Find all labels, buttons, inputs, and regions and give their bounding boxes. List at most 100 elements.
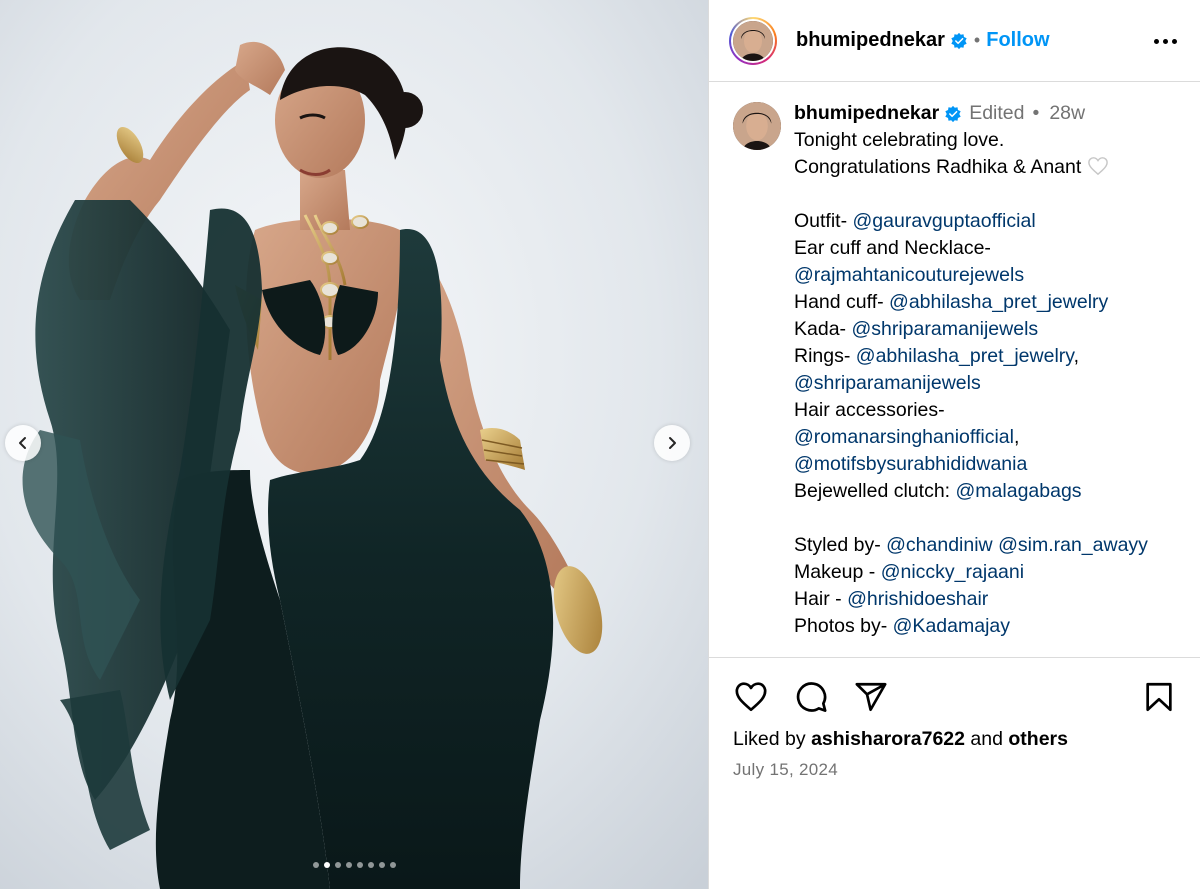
post-age[interactable]: 28w bbox=[1049, 100, 1085, 127]
caption-line: Rings- @abhilasha_pret_jewelry, bbox=[794, 343, 1148, 370]
mention-link[interactable]: @abhilasha_pret_jewelry bbox=[889, 291, 1108, 313]
header-separator: • bbox=[973, 30, 981, 50]
bookmark-icon bbox=[1146, 682, 1172, 712]
liked-by-user-link[interactable]: ashisharora7622 bbox=[811, 728, 965, 750]
more-options-button[interactable] bbox=[1150, 26, 1180, 56]
caption-line: Bejewelled clutch: @malagabags bbox=[794, 478, 1148, 505]
carousel-dot bbox=[345, 862, 352, 868]
caption-line: Hair - @hrishidoeshair bbox=[794, 586, 1148, 613]
mention-link[interactable]: @shriparamanijewels bbox=[851, 318, 1038, 340]
caption-line: Styled by- @chandiniw @sim.ran_awayy bbox=[794, 532, 1148, 559]
share-button[interactable] bbox=[853, 679, 889, 715]
story-ring[interactable] bbox=[729, 16, 777, 65]
mention-link[interactable]: @niccky_rajaani bbox=[881, 561, 1024, 583]
credit-label: Hand cuff- bbox=[794, 291, 890, 313]
caption-line: @motifsbysurabhididwania bbox=[794, 451, 1148, 478]
caption-line: Photos by- @Kadamajay bbox=[794, 613, 1148, 640]
credit-label: Styled by- bbox=[794, 534, 887, 556]
caption-header: bhumipednekar Edited • 28w bbox=[794, 100, 1148, 127]
like-button[interactable] bbox=[733, 679, 769, 715]
caption-line: Outfit- @gauravguptaofficial bbox=[794, 208, 1148, 235]
caption-line: Makeup - @niccky_rajaani bbox=[794, 559, 1148, 586]
mention-link[interactable]: @malagabags bbox=[956, 480, 1082, 502]
post-date[interactable]: July 15, 2024 bbox=[733, 760, 838, 780]
mention-link[interactable]: @chandiniw bbox=[886, 534, 993, 556]
avatar bbox=[733, 20, 773, 61]
mention-link[interactable]: @abhilasha_pret_jewelry bbox=[856, 345, 1074, 367]
mention-link[interactable]: @sim.ran_awayy bbox=[998, 534, 1148, 556]
save-button[interactable] bbox=[1141, 679, 1177, 715]
mention-link[interactable]: @Kadamajay bbox=[893, 615, 1010, 637]
mention-link[interactable]: @hrishidoeshair bbox=[847, 588, 988, 610]
liked-by-prefix: Liked by bbox=[733, 728, 812, 750]
caption-line: @rajmahtanicouturejewels bbox=[794, 262, 1148, 289]
caption-avatar[interactable] bbox=[733, 102, 781, 150]
credit-label: Makeup - bbox=[794, 561, 881, 583]
mention-link[interactable]: @rajmahtanicouturejewels bbox=[794, 264, 1024, 286]
carousel-dot bbox=[334, 862, 341, 868]
carousel-indicator bbox=[0, 862, 708, 868]
avatar-image bbox=[733, 102, 781, 150]
caption-line: Tonight celebrating love. bbox=[794, 129, 1005, 151]
share-icon bbox=[855, 682, 887, 712]
mention-link[interactable]: @motifsbysurabhididwania bbox=[794, 453, 1027, 475]
more-icon bbox=[1153, 38, 1159, 44]
carousel-prev-button[interactable] bbox=[5, 425, 41, 461]
credit-label: Kada- bbox=[794, 318, 852, 340]
verified-badge-icon bbox=[951, 32, 967, 49]
carousel-dot bbox=[323, 862, 330, 868]
credit-label: Rings- bbox=[794, 345, 856, 367]
header-username[interactable]: bhumipednekar bbox=[796, 29, 945, 52]
heart-emoji-icon bbox=[1088, 157, 1109, 176]
others-link[interactable]: others bbox=[1008, 728, 1068, 750]
carousel-dot bbox=[367, 862, 374, 868]
credit-label: Hair - bbox=[794, 588, 848, 610]
mention-link[interactable]: @romanarsinghaniofficial bbox=[794, 426, 1014, 448]
avatar-image bbox=[733, 20, 773, 61]
carousel-dot bbox=[378, 862, 385, 868]
and-label: and bbox=[965, 728, 1009, 750]
carousel-dot bbox=[312, 862, 319, 868]
post-media[interactable] bbox=[0, 0, 708, 889]
credit-label: Bejewelled clutch: bbox=[794, 480, 956, 502]
caption-line: Hair accessories- bbox=[794, 399, 945, 421]
caption-line-text: Congratulations Radhika & Anant bbox=[794, 156, 1082, 178]
credit-label: Photos by- bbox=[794, 615, 893, 637]
comma: , bbox=[1073, 345, 1080, 367]
edited-label: Edited bbox=[969, 102, 1025, 124]
caption-line: Kada- @shriparamanijewels bbox=[794, 316, 1148, 343]
chevron-right-icon bbox=[669, 437, 676, 449]
post-header: bhumipednekar • Follow bbox=[709, 0, 1200, 82]
mention-link[interactable]: @shriparamanijewels bbox=[794, 372, 981, 394]
caption-line: @shriparamanijewels bbox=[794, 370, 1148, 397]
caption-line: Congratulations Radhika & Anant bbox=[794, 154, 1148, 181]
post-photo bbox=[0, 0, 708, 889]
carousel-dot bbox=[389, 862, 396, 868]
more-icon-dot bbox=[1162, 38, 1168, 44]
caption-line: @romanarsinghaniofficial, bbox=[794, 424, 1148, 451]
caption-username[interactable]: bhumipednekar bbox=[794, 100, 939, 127]
heart-icon bbox=[735, 682, 767, 712]
carousel-dot bbox=[356, 862, 363, 868]
carousel-next-button[interactable] bbox=[654, 425, 690, 461]
caption-text: bhumipednekar Edited • 28w Tonight celeb… bbox=[794, 100, 1148, 657]
meta-separator: • bbox=[1032, 102, 1040, 124]
follow-button[interactable]: Follow bbox=[986, 29, 1049, 52]
caption-line: Hand cuff- @abhilasha_pret_jewelry bbox=[794, 289, 1148, 316]
credit-label: Outfit- bbox=[794, 210, 853, 232]
post-detail-panel: bhumipednekar • Follow bhumipednekar Edi… bbox=[708, 0, 1200, 889]
caption-body: Tonight celebrating love. Congratulation… bbox=[794, 127, 1148, 640]
caption-section: bhumipednekar Edited • 28w Tonight celeb… bbox=[709, 82, 1200, 658]
comment-button[interactable] bbox=[793, 679, 829, 715]
mention-link[interactable]: @gauravguptaofficial bbox=[853, 210, 1036, 232]
more-icon-dot bbox=[1171, 38, 1177, 44]
caption-line: Ear cuff and Necklace- bbox=[794, 237, 991, 259]
comma: , bbox=[1013, 426, 1020, 448]
likes-summary: Liked by ashisharora7622 and others bbox=[733, 728, 1068, 751]
action-bar bbox=[709, 674, 1200, 720]
comment-icon bbox=[796, 682, 827, 712]
verified-badge-icon bbox=[945, 105, 961, 122]
chevron-left-icon bbox=[19, 437, 26, 449]
